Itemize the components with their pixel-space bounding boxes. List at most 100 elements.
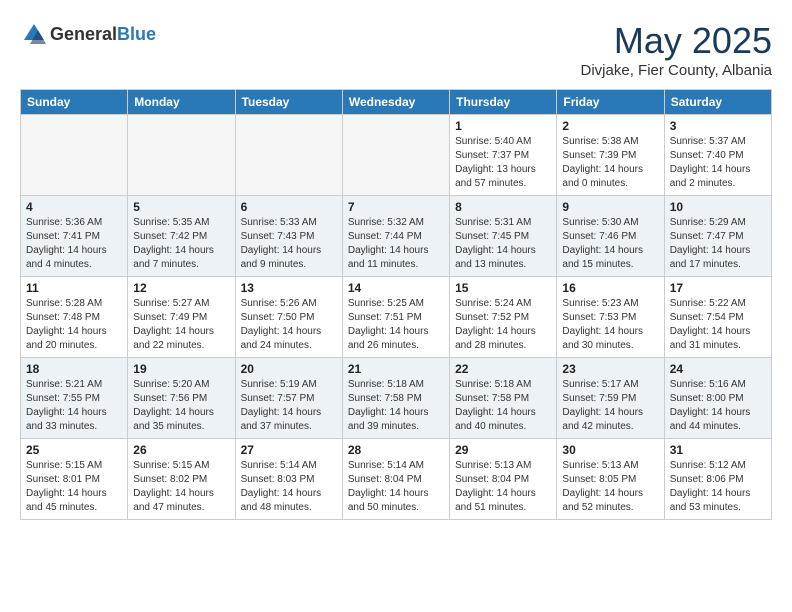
calendar-cell: 11Sunrise: 5:28 AMSunset: 7:48 PMDayligh… (21, 277, 128, 358)
day-number: 10 (670, 200, 766, 214)
day-info: Sunrise: 5:14 AMSunset: 8:03 PMDaylight:… (241, 459, 337, 515)
calendar-cell: 9 Sunrise: 5:30 AMSunset: 7:46 PMDaylight… (557, 196, 664, 277)
calendar-cell (235, 115, 342, 196)
calendar-cell: 6Sunrise: 5:33 AMSunset: 7:43 PMDaylight… (235, 196, 342, 277)
day-info: Sunrise: 5:18 AMSunset: 7:58 PMDaylight:… (455, 378, 551, 434)
day-info: Sunrise: 5:13 AMSunset: 8:04 PMDaylight:… (455, 459, 551, 515)
calendar-cell: 17 Sunrise: 5:22 AMSunset: 7:54 PMDayligh… (664, 277, 771, 358)
logo: GeneralBlue (20, 20, 156, 48)
calendar-cell: 29Sunrise: 5:13 AMSunset: 8:04 PMDayligh… (450, 439, 557, 520)
day-number: 17 (670, 281, 766, 295)
calendar-header-sunday: Sunday (21, 90, 128, 115)
day-number: 22 (455, 362, 551, 376)
day-info: Sunrise: 5:15 AMSunset: 8:02 PMDaylight:… (133, 459, 229, 515)
calendar-cell: 22 Sunrise: 5:18 AMSunset: 7:58 PMDayligh… (450, 358, 557, 439)
calendar-week-row: 1Sunrise: 5:40 AMSunset: 7:37 PMDaylight… (21, 115, 772, 196)
day-info: Sunrise: 5:37 AMSunset: 7:40 PMDaylight:… (670, 135, 766, 191)
day-info: Sunrise: 5:19 AMSunset: 7:57 PMDaylight:… (241, 378, 337, 434)
calendar-header-wednesday: Wednesday (342, 90, 449, 115)
calendar-cell: 12Sunrise: 5:27 AMSunset: 7:49 PMDayligh… (128, 277, 235, 358)
day-info: Sunrise: 5:17 AMSunset: 7:59 PMDaylight:… (562, 378, 658, 434)
calendar-cell: 28 Sunrise: 5:14 AMSunset: 8:04 PMDayligh… (342, 439, 449, 520)
calendar-cell: 26 Sunrise: 5:15 AMSunset: 8:02 PMDayligh… (128, 439, 235, 520)
day-number: 9 (562, 200, 658, 214)
calendar-cell: 31 Sunrise: 5:12 AMSunset: 8:06 PMDayligh… (664, 439, 771, 520)
day-info: Sunrise: 5:31 AMSunset: 7:45 PMDaylight:… (455, 216, 551, 272)
month-title: May 2025 (581, 20, 772, 62)
day-number: 11 (26, 281, 122, 295)
calendar-week-row: 18Sunrise: 5:21 AMSunset: 7:55 PMDayligh… (21, 358, 772, 439)
day-number: 1 (455, 119, 551, 133)
day-number: 26 (133, 443, 229, 457)
day-info: Sunrise: 5:24 AMSunset: 7:52 PMDaylight:… (455, 297, 551, 353)
calendar-week-row: 11Sunrise: 5:28 AMSunset: 7:48 PMDayligh… (21, 277, 772, 358)
day-number: 2 (562, 119, 658, 133)
calendar-cell: 2Sunrise: 5:38 AMSunset: 7:39 PMDaylight… (557, 115, 664, 196)
calendar-cell: 21 Sunrise: 5:18 AMSunset: 7:58 PMDayligh… (342, 358, 449, 439)
day-number: 20 (241, 362, 337, 376)
calendar-cell: 19Sunrise: 5:20 AMSunset: 7:56 PMDayligh… (128, 358, 235, 439)
day-number: 24 (670, 362, 766, 376)
day-number: 28 (348, 443, 444, 457)
calendar-cell: 10 Sunrise: 5:29 AMSunset: 7:47 PMDayligh… (664, 196, 771, 277)
calendar-cell: 24 Sunrise: 5:16 AMSunset: 8:00 PMDayligh… (664, 358, 771, 439)
calendar-header-saturday: Saturday (664, 90, 771, 115)
calendar-cell: 27 Sunrise: 5:14 AMSunset: 8:03 PMDayligh… (235, 439, 342, 520)
day-info: Sunrise: 5:30 AMSunset: 7:46 PMDaylight:… (562, 216, 658, 272)
calendar-cell: 13Sunrise: 5:26 AMSunset: 7:50 PMDayligh… (235, 277, 342, 358)
calendar-cell (21, 115, 128, 196)
day-number: 23 (562, 362, 658, 376)
logo-general: General (50, 24, 117, 44)
day-number: 16 (562, 281, 658, 295)
day-number: 21 (348, 362, 444, 376)
day-info: Sunrise: 5:12 AMSunset: 8:06 PMDaylight:… (670, 459, 766, 515)
day-info: Sunrise: 5:13 AMSunset: 8:05 PMDaylight:… (562, 459, 658, 515)
day-number: 25 (26, 443, 122, 457)
day-info: Sunrise: 5:16 AMSunset: 8:00 PMDaylight:… (670, 378, 766, 434)
day-number: 4 (26, 200, 122, 214)
calendar-header-row: SundayMondayTuesdayWednesdayThursdayFrid… (21, 90, 772, 115)
calendar-table: SundayMondayTuesdayWednesdayThursdayFrid… (20, 89, 772, 520)
logo-blue: Blue (117, 24, 156, 44)
calendar-cell (128, 115, 235, 196)
calendar-cell: 25 Sunrise: 5:15 AMSunset: 8:01 PMDayligh… (21, 439, 128, 520)
day-info: Sunrise: 5:27 AMSunset: 7:49 PMDaylight:… (133, 297, 229, 353)
day-info: Sunrise: 5:18 AMSunset: 7:58 PMDaylight:… (348, 378, 444, 434)
calendar-cell: 3 Sunrise: 5:37 AMSunset: 7:40 PMDaylight… (664, 115, 771, 196)
calendar-header-monday: Monday (128, 90, 235, 115)
day-number: 15 (455, 281, 551, 295)
calendar-header-friday: Friday (557, 90, 664, 115)
day-number: 3 (670, 119, 766, 133)
day-info: Sunrise: 5:15 AMSunset: 8:01 PMDaylight:… (26, 459, 122, 515)
day-number: 30 (562, 443, 658, 457)
location-subtitle: Divjake, Fier County, Albania (581, 62, 772, 79)
calendar-cell: 14Sunrise: 5:25 AMSunset: 7:51 PMDayligh… (342, 277, 449, 358)
title-block: May 2025 Divjake, Fier County, Albania (581, 20, 772, 79)
calendar-cell: 30 Sunrise: 5:13 AMSunset: 8:05 PMDayligh… (557, 439, 664, 520)
day-info: Sunrise: 5:29 AMSunset: 7:47 PMDaylight:… (670, 216, 766, 272)
calendar-header-thursday: Thursday (450, 90, 557, 115)
page-header: GeneralBlue May 2025 Divjake, Fier Count… (20, 20, 772, 79)
day-info: Sunrise: 5:23 AMSunset: 7:53 PMDaylight:… (562, 297, 658, 353)
day-number: 8 (455, 200, 551, 214)
day-info: Sunrise: 5:20 AMSunset: 7:56 PMDaylight:… (133, 378, 229, 434)
day-info: Sunrise: 5:32 AMSunset: 7:44 PMDaylight:… (348, 216, 444, 272)
calendar-header-tuesday: Tuesday (235, 90, 342, 115)
day-number: 31 (670, 443, 766, 457)
day-info: Sunrise: 5:14 AMSunset: 8:04 PMDaylight:… (348, 459, 444, 515)
day-info: Sunrise: 5:22 AMSunset: 7:54 PMDaylight:… (670, 297, 766, 353)
day-number: 5 (133, 200, 229, 214)
day-info: Sunrise: 5:25 AMSunset: 7:51 PMDaylight:… (348, 297, 444, 353)
calendar-week-row: 25 Sunrise: 5:15 AMSunset: 8:01 PMDayligh… (21, 439, 772, 520)
day-info: Sunrise: 5:36 AMSunset: 7:41 PMDaylight:… (26, 216, 122, 272)
calendar-cell: 7 Sunrise: 5:32 AMSunset: 7:44 PMDaylight… (342, 196, 449, 277)
day-number: 7 (348, 200, 444, 214)
calendar-cell: 5Sunrise: 5:35 AMSunset: 7:42 PMDaylight… (128, 196, 235, 277)
calendar-cell: 1Sunrise: 5:40 AMSunset: 7:37 PMDaylight… (450, 115, 557, 196)
day-info: Sunrise: 5:21 AMSunset: 7:55 PMDaylight:… (26, 378, 122, 434)
calendar-cell: 20 Sunrise: 5:19 AMSunset: 7:57 PMDayligh… (235, 358, 342, 439)
calendar-cell: 18Sunrise: 5:21 AMSunset: 7:55 PMDayligh… (21, 358, 128, 439)
day-number: 27 (241, 443, 337, 457)
calendar-cell (342, 115, 449, 196)
calendar-cell: 8 Sunrise: 5:31 AMSunset: 7:45 PMDaylight… (450, 196, 557, 277)
